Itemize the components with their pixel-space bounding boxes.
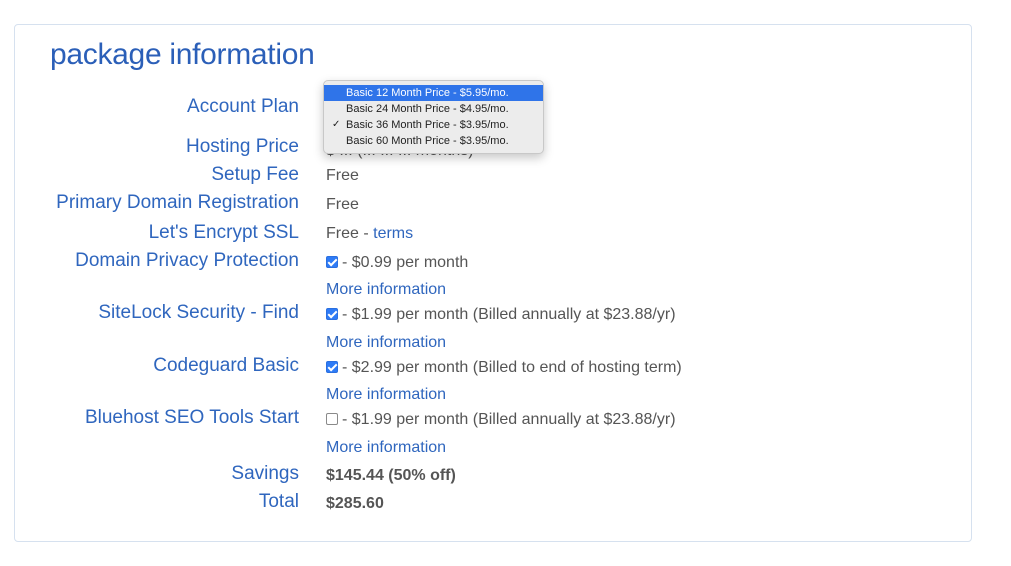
seo-checkbox[interactable] [326, 413, 338, 425]
privacy-price: - $0.99 per month [342, 254, 469, 271]
primary-domain-value: Free [326, 196, 359, 213]
seo-more-info-link[interactable]: More information [326, 438, 446, 458]
plan-option-label: Basic 36 Month Price - $3.95/mo. [346, 119, 509, 131]
privacy-more-info-link[interactable]: More information [326, 280, 446, 300]
privacy-label: Domain Privacy Protection [75, 250, 299, 271]
ssl-value: Free - terms [326, 224, 413, 244]
plan-option-12-month[interactable]: Basic 12 Month Price - $5.95/mo. [324, 85, 543, 101]
primary-domain-label: Primary Domain Registration [56, 192, 299, 213]
ssl-label: Let's Encrypt SSL [148, 222, 299, 243]
savings-value: $145.44 (50% off) [326, 467, 456, 484]
codeguard-label: Codeguard Basic [153, 355, 299, 376]
savings-label: Savings [231, 463, 299, 484]
account-plan-dropdown[interactable]: Basic 12 Month Price - $5.95/mo. Basic 2… [323, 80, 544, 154]
section-title: package information [50, 38, 315, 71]
plan-option-36-month[interactable]: ✓ Basic 36 Month Price - $3.95/mo. [324, 117, 543, 133]
codeguard-row: - $2.99 per month (Billed to end of host… [326, 358, 682, 378]
privacy-checkbox[interactable] [326, 256, 338, 268]
plan-option-label: Basic 60 Month Price - $3.95/mo. [346, 135, 509, 147]
total-label: Total [258, 491, 299, 512]
codeguard-price: - $2.99 per month (Billed to end of host… [342, 359, 682, 376]
sitelock-checkbox[interactable] [326, 308, 338, 320]
setup-fee-label: Setup Fee [211, 164, 299, 185]
sitelock-more-info-link[interactable]: More information [326, 333, 446, 353]
sitelock-row: - $1.99 per month (Billed annually at $2… [326, 305, 676, 325]
checkmark-icon: ✓ [332, 119, 341, 130]
plan-option-24-month[interactable]: Basic 24 Month Price - $4.95/mo. [324, 101, 543, 117]
sitelock-label: SiteLock Security - Find [98, 302, 299, 323]
seo-row: - $1.99 per month (Billed annually at $2… [326, 410, 676, 430]
seo-price: - $1.99 per month (Billed annually at $2… [342, 411, 676, 428]
account-plan-label: Account Plan [187, 96, 299, 117]
total-value: $285.60 [326, 495, 384, 512]
seo-label: Bluehost SEO Tools Start [84, 407, 299, 428]
plan-option-60-month[interactable]: Basic 60 Month Price - $3.95/mo. [324, 133, 543, 149]
terms-link[interactable]: terms [373, 225, 413, 242]
ssl-free-text: Free - [326, 225, 374, 242]
plan-option-label: Basic 12 Month Price - $5.95/mo. [346, 87, 509, 99]
sitelock-price: - $1.99 per month (Billed annually at $2… [342, 306, 676, 323]
plan-option-label: Basic 24 Month Price - $4.95/mo. [346, 103, 509, 115]
codeguard-checkbox[interactable] [326, 361, 338, 373]
privacy-row: - $0.99 per month [326, 253, 468, 273]
hosting-price-label: Hosting Price [186, 136, 299, 157]
codeguard-more-info-link[interactable]: More information [326, 385, 446, 405]
setup-fee-value: Free [326, 167, 359, 184]
